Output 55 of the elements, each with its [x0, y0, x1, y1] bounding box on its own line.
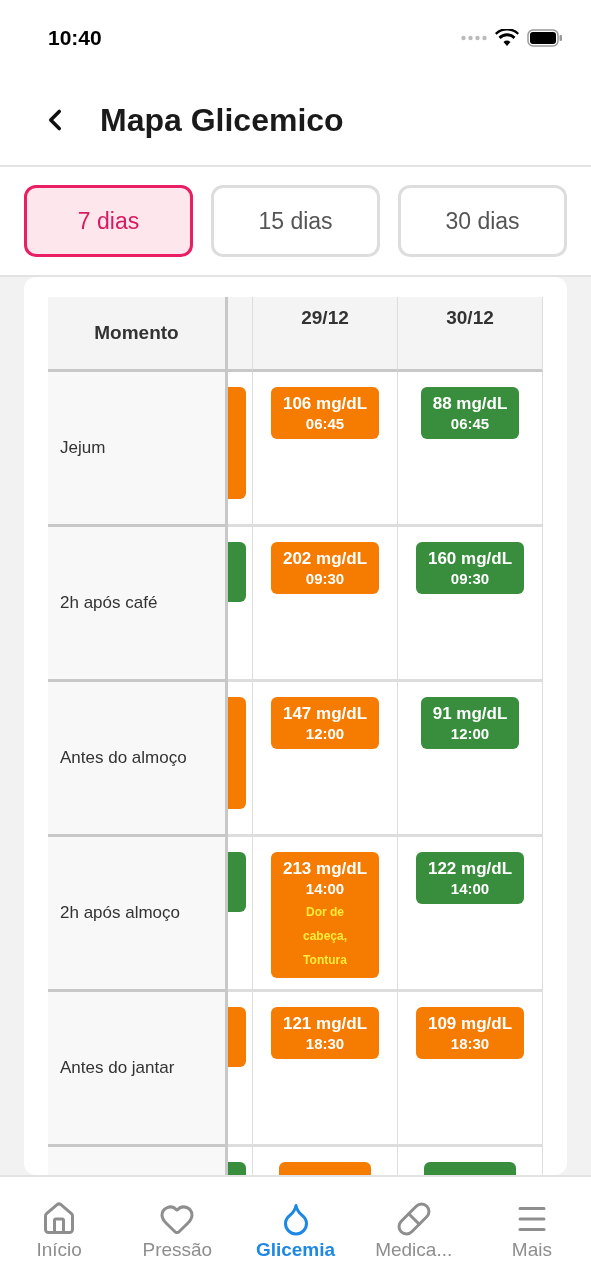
- glucose-value: 213 mg/dL: [282, 858, 368, 879]
- reading-time: 09:30: [450, 569, 490, 588]
- glucose-value: 122 mg/dL: [427, 858, 513, 879]
- column-header: Momento: [48, 297, 228, 372]
- glucose-value: 147 mg/dL: [282, 703, 368, 724]
- page-title: Mapa Glicemico: [100, 101, 344, 139]
- period-tab[interactable]: 15 dias: [211, 185, 380, 257]
- period-tab[interactable]: 7 dias: [24, 185, 193, 257]
- tab-bar-item[interactable]: Glicemia: [236, 1201, 355, 1280]
- reading-time: 06:45: [305, 414, 345, 433]
- symptom-note: Dor de cabeça, Tontura: [301, 904, 348, 969]
- row-label: Antes do jantar: [48, 992, 228, 1147]
- reading-card[interactable]: 109 mg/dL 18:30: [415, 1007, 525, 1059]
- row-label: 2h após almoço: [48, 837, 228, 992]
- tab-bar-item[interactable]: Mais: [472, 1201, 591, 1280]
- reading-time: 06:45: [450, 414, 490, 433]
- glucose-value: 88 mg/dL: [432, 393, 508, 414]
- glucose-value: 109 mg/dL: [427, 1013, 513, 1034]
- reading-time: 14:00: [305, 879, 345, 898]
- row-label: Jejum: [48, 372, 228, 527]
- glucose-value: 106 mg/dL: [282, 393, 368, 414]
- tab-bar-item[interactable]: Início: [0, 1201, 119, 1280]
- column-header: 30/12: [398, 297, 543, 372]
- glucose-value: 160 mg/dL: [427, 548, 513, 569]
- reading-time: 12:00: [305, 724, 345, 743]
- row-label: 2h após café: [48, 527, 228, 682]
- signal-icon: [461, 34, 487, 41]
- status-time: 10:40: [48, 25, 102, 50]
- reading-card[interactable]: 106 mg/dL 06:45: [270, 387, 380, 439]
- reading-card[interactable]: [228, 852, 246, 912]
- pill-icon: [395, 1201, 432, 1237]
- battery-icon: [527, 28, 563, 47]
- tab-bar-item[interactable]: Pressão: [118, 1201, 237, 1280]
- glucose-value: 91 mg/dL: [432, 703, 508, 724]
- reading-time: 14:00: [450, 879, 490, 898]
- period-tab[interactable]: 30 dias: [398, 185, 567, 257]
- reading-time: 18:30: [450, 1034, 490, 1053]
- reading-card[interactable]: 160 mg/dL 09:30: [415, 542, 525, 594]
- reading-card[interactable]: 122 mg/dL 14:00: [415, 852, 525, 904]
- column-header: 29/12: [253, 297, 398, 372]
- glucose-value: 121 mg/dL: [282, 1013, 368, 1034]
- row-label: Antes do almoço: [48, 682, 228, 837]
- reading-card[interactable]: 91 mg/dL 12:00: [420, 697, 520, 749]
- glucose-value: 202 mg/dL: [282, 548, 368, 569]
- reading-card[interactable]: 147 mg/dL 12:00: [270, 697, 380, 749]
- reading-card[interactable]: 202 mg/dL 09:30: [270, 542, 380, 594]
- reading-card[interactable]: [228, 542, 246, 602]
- reading-card[interactable]: 121 mg/dL 18:30: [270, 1007, 380, 1059]
- reading-time: 12:00: [450, 724, 490, 743]
- reading-card[interactable]: 88 mg/dL 06:45: [420, 387, 520, 439]
- wifi-icon: [495, 28, 519, 47]
- tab-bar-item[interactable]: Medica...: [354, 1201, 473, 1280]
- reading-card[interactable]: 213 mg/dL 14:00 Dor de cabeça, Tontura: [270, 852, 380, 978]
- reading-time: 18:30: [305, 1034, 345, 1053]
- reading-time: 09:30: [305, 569, 345, 588]
